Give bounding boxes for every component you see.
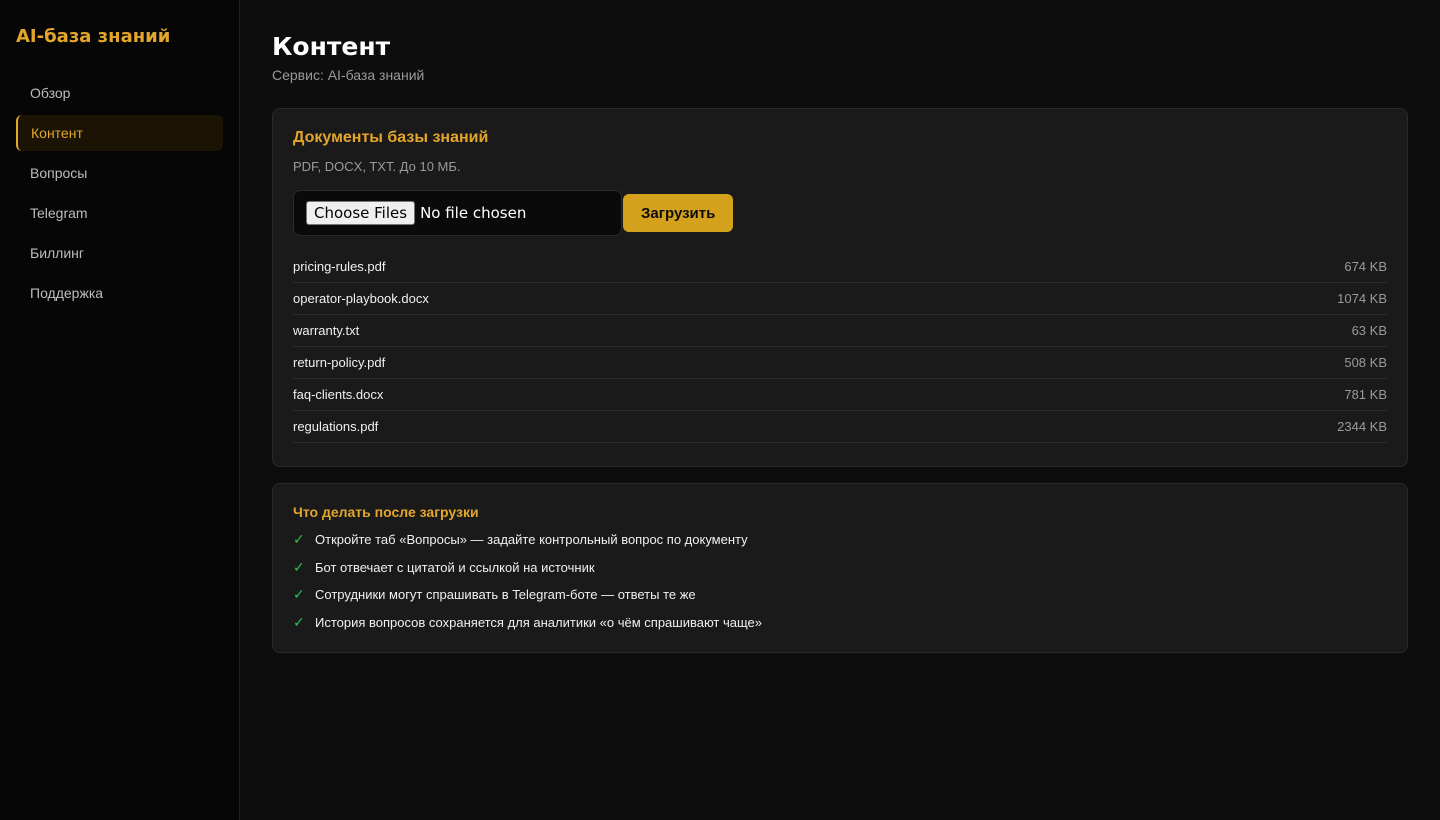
- file-input[interactable]: Choose Files No file chosen: [293, 190, 622, 236]
- file-row[interactable]: faq-clients.docx 781 KB: [293, 379, 1387, 411]
- checkmark-icon: ✓: [293, 531, 305, 548]
- sidebar-item-overview[interactable]: Обзор: [16, 75, 223, 111]
- checkmark-icon: ✓: [293, 586, 305, 603]
- list-item: ✓ Сотрудники могут спрашивать в Telegram…: [293, 581, 1387, 609]
- next-steps-card: Что делать после загрузки ✓ Откройте таб…: [272, 483, 1408, 653]
- file-name: return-policy.pdf: [293, 355, 386, 370]
- file-name: warranty.txt: [293, 323, 360, 338]
- step-text: История вопросов сохраняется для аналити…: [315, 614, 763, 630]
- sidebar: AI-база знаний Обзор Контент Вопросы Tel…: [0, 0, 240, 820]
- file-name: operator-playbook.docx: [293, 291, 429, 306]
- step-text: Сотрудники могут спрашивать в Telegram-б…: [315, 587, 696, 603]
- sidebar-item-questions[interactable]: Вопросы: [16, 155, 223, 191]
- file-size: 63 KB: [1351, 323, 1387, 338]
- checkmark-icon: ✓: [293, 613, 305, 630]
- file-row[interactable]: regulations.pdf 2344 KB: [293, 411, 1387, 443]
- sidebar-item-billing[interactable]: Биллинг: [16, 235, 223, 271]
- documents-card: Документы базы знаний PDF, DOCX, TXT. До…: [272, 108, 1408, 467]
- sidebar-item-telegram[interactable]: Telegram: [16, 195, 223, 231]
- upload-button[interactable]: Загрузить: [623, 194, 734, 232]
- list-item: ✓ Откройте таб «Вопросы» — задайте контр…: [293, 526, 1387, 554]
- brand-logo: AI-база знаний: [16, 26, 171, 47]
- file-name: pricing-rules.pdf: [293, 259, 386, 274]
- file-row[interactable]: operator-playbook.docx 1074 KB: [293, 283, 1387, 315]
- file-name: regulations.pdf: [293, 419, 379, 434]
- sidebar-nav: Обзор Контент Вопросы Telegram Биллинг П…: [16, 75, 223, 311]
- file-name: faq-clients.docx: [293, 387, 384, 402]
- sidebar-item-support[interactable]: Поддержка: [16, 275, 223, 311]
- choose-files-button[interactable]: Choose Files: [306, 201, 416, 225]
- list-item: ✓ История вопросов сохраняется для анали…: [293, 609, 1387, 637]
- upload-row: Choose Files No file chosen Загрузить: [293, 190, 1387, 236]
- file-size: 674 KB: [1344, 259, 1387, 274]
- sidebar-item-content[interactable]: Контент: [16, 115, 223, 151]
- app-root: AI-база знаний Обзор Контент Вопросы Tel…: [0, 0, 1440, 820]
- next-steps-list: ✓ Откройте таб «Вопросы» — задайте контр…: [293, 526, 1387, 636]
- file-list: pricing-rules.pdf 674 KB operator-playbo…: [293, 251, 1387, 443]
- page-title: Контент: [272, 32, 391, 61]
- file-row[interactable]: pricing-rules.pdf 674 KB: [293, 251, 1387, 283]
- documents-title: Документы базы знаний: [293, 129, 489, 146]
- file-size: 2344 KB: [1337, 419, 1387, 434]
- file-row[interactable]: warranty.txt 63 KB: [293, 315, 1387, 347]
- checkmark-icon: ✓: [293, 558, 305, 575]
- main-content: Контент Сервис: AI-база знаний Документы…: [240, 0, 1440, 820]
- file-size: 508 KB: [1344, 355, 1387, 370]
- file-size: 781 KB: [1344, 387, 1387, 402]
- file-row[interactable]: return-policy.pdf 508 KB: [293, 347, 1387, 379]
- documents-format-note: PDF, DOCX, TXT. До 10 МБ.: [293, 159, 461, 174]
- step-text: Бот отвечает с цитатой и ссылкой на исто…: [315, 559, 595, 575]
- file-status-text: No file chosen: [420, 204, 527, 222]
- list-item: ✓ Бот отвечает с цитатой и ссылкой на ис…: [293, 554, 1387, 582]
- step-text: Откройте таб «Вопросы» — задайте контрол…: [315, 532, 748, 548]
- next-steps-title: Что делать после загрузки: [293, 504, 479, 520]
- page-subtitle: Сервис: AI-база знаний: [272, 67, 425, 83]
- file-size: 1074 KB: [1337, 291, 1387, 306]
